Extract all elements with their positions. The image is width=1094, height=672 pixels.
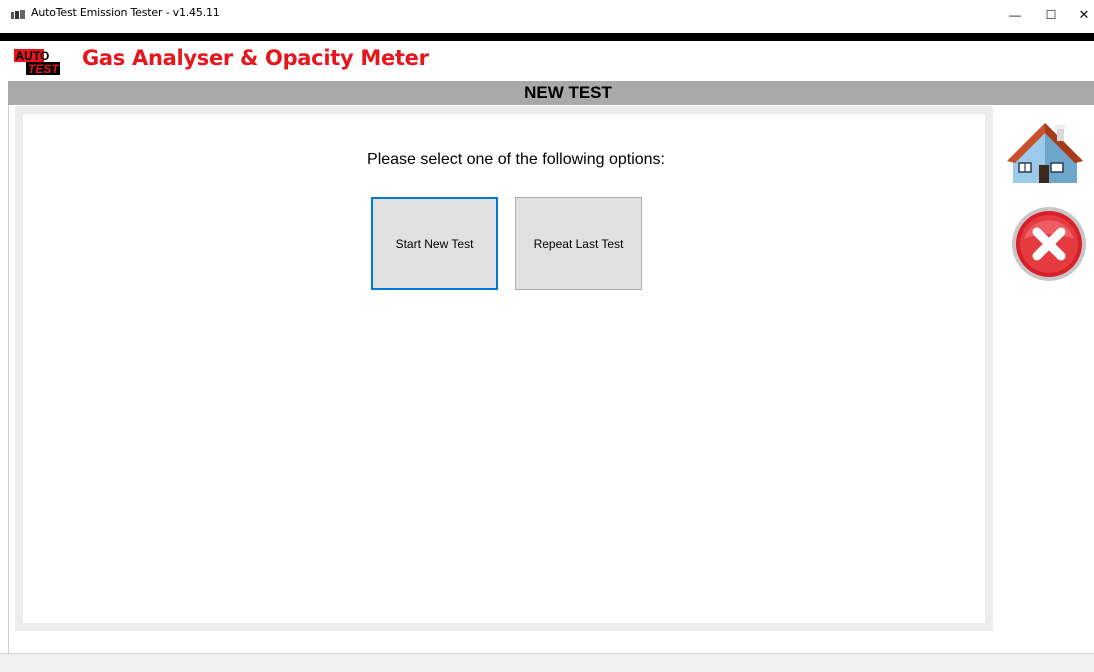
svg-text:AUTO: AUTO (16, 49, 50, 63)
app-icon (11, 10, 25, 19)
repeat-last-test-button[interactable]: Repeat Last Test (515, 197, 642, 290)
svg-text:TEST: TEST (28, 62, 60, 76)
minimize-button[interactable]: — (997, 0, 1033, 30)
content-panel: Please select one of the following optio… (23, 114, 985, 623)
autotest-logo: AUTO TEST (12, 46, 60, 76)
repeat-last-test-label: Repeat Last Test (533, 236, 624, 251)
content-frame: Please select one of the following optio… (15, 106, 993, 631)
window-title: AutoTest Emission Tester - v1.45.11 (31, 6, 220, 19)
status-bar (0, 653, 1094, 672)
section-title: NEW TEST (524, 83, 612, 102)
header-divider (0, 33, 1094, 41)
maximize-icon: ☐ (1045, 8, 1057, 22)
close-icon: ✕ (1078, 7, 1090, 22)
window-titlebar: AutoTest Emission Tester - v1.45.11 — ☐ … (0, 0, 1094, 30)
start-new-test-label: Start New Test (395, 236, 474, 251)
minimize-icon: — (1009, 8, 1021, 22)
home-icon[interactable] (1005, 117, 1085, 187)
cancel-icon[interactable] (1010, 203, 1088, 283)
window-left-border (8, 105, 9, 653)
start-new-test-button[interactable]: Start New Test (371, 197, 498, 290)
maximize-button[interactable]: ☐ (1033, 0, 1069, 30)
close-window-button[interactable]: ✕ (1066, 0, 1094, 30)
instruction-text: Please select one of the following optio… (367, 151, 665, 168)
section-header: NEW TEST (8, 81, 1094, 105)
app-title: Gas Analyser & Opacity Meter (82, 46, 429, 70)
